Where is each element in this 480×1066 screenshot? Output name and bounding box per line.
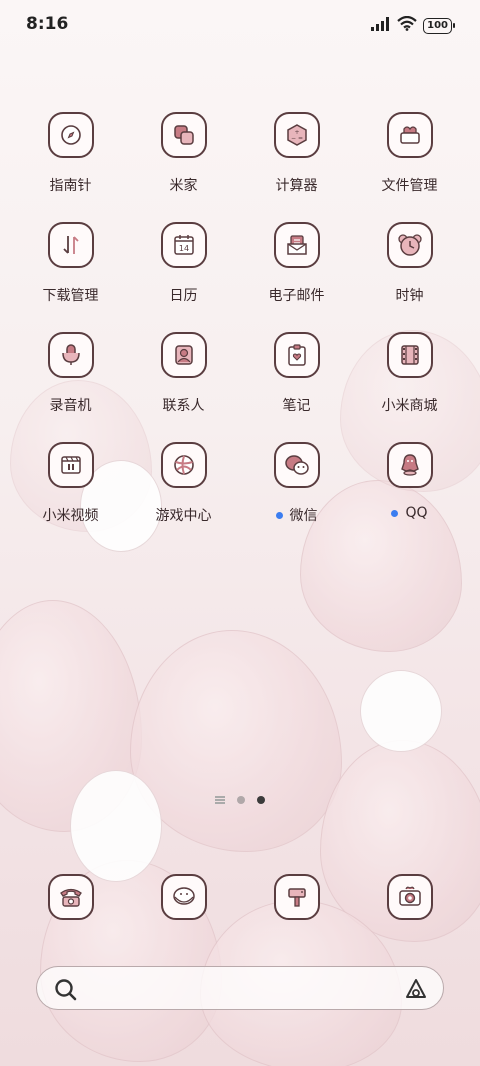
dock-phone[interactable] [14, 874, 127, 920]
app-mijia[interactable]: 米家 [127, 112, 240, 195]
app-file-manager[interactable]: 文件管理 [353, 112, 466, 195]
wifi-icon [397, 15, 417, 35]
app-clock[interactable]: 时钟 [353, 222, 466, 305]
app-grid: 指南针 米家 + − = 计算器 文件管理 下载管理 14 日历 电子邮件 时钟… [14, 112, 466, 525]
app-label: 计算器 [275, 178, 318, 194]
app-game-center[interactable]: 游戏中心 [127, 442, 240, 525]
dock [14, 874, 466, 920]
messages-icon [160, 874, 207, 920]
game-center-icon [160, 442, 207, 488]
app-label: 下载管理 [42, 288, 99, 304]
svg-text:−: − [290, 135, 295, 142]
app-mi-video[interactable]: 小米视频 [14, 442, 127, 525]
mail-icon [273, 222, 320, 268]
app-label: 日历 [169, 288, 198, 304]
app-label: 小米商城 [381, 398, 438, 414]
status-bar: 8:16 100 [0, 0, 480, 52]
dock-camera[interactable] [353, 874, 466, 920]
app-calculator[interactable]: + − = 计算器 [240, 112, 353, 195]
browser-icon [273, 874, 320, 920]
store-icon [386, 332, 433, 378]
app-label: 时钟 [395, 288, 424, 304]
compass-icon [47, 112, 94, 158]
app-recorder[interactable]: 录音机 [14, 332, 127, 415]
app-calendar[interactable]: 14 日历 [127, 222, 240, 305]
page-list-icon [215, 796, 225, 804]
svg-text:=: = [297, 135, 302, 142]
app-label: 游戏中心 [155, 508, 212, 524]
notification-dot [275, 511, 283, 519]
video-icon [47, 442, 94, 488]
qq-icon [386, 442, 433, 488]
search-bar[interactable] [36, 966, 444, 1010]
app-label: 笔记 [282, 398, 311, 414]
battery-indicator: 100 [423, 17, 455, 34]
notification-dot [391, 509, 399, 517]
page-indicator[interactable] [0, 796, 480, 804]
calendar-date: 14 [178, 244, 188, 253]
ai-assistant-icon[interactable] [403, 977, 429, 1005]
app-email[interactable]: 电子邮件 [240, 222, 353, 305]
recorder-icon [47, 332, 94, 378]
calculator-icon: + − = [273, 112, 320, 158]
app-download-manager[interactable]: 下载管理 [14, 222, 127, 305]
app-label: 米家 [169, 178, 198, 194]
phone-icon [47, 874, 94, 920]
app-notes[interactable]: 笔记 [240, 332, 353, 415]
app-mi-store[interactable]: 小米商城 [353, 332, 466, 415]
app-label: 指南针 [49, 178, 92, 194]
camera-icon [386, 874, 433, 920]
app-label: 微信 [289, 508, 318, 524]
notes-icon [273, 332, 320, 378]
wechat-icon [273, 442, 320, 488]
search-icon [53, 977, 79, 1007]
app-label: 电子邮件 [268, 288, 325, 304]
signal-icon [371, 16, 391, 35]
dock-browser[interactable] [240, 874, 353, 920]
app-label: 文件管理 [381, 178, 438, 194]
mijia-icon [160, 112, 207, 158]
page-dot [237, 796, 245, 804]
dock-messages[interactable] [127, 874, 240, 920]
calendar-icon: 14 [160, 222, 207, 268]
app-label: QQ [405, 505, 428, 521]
folder-icon [386, 112, 433, 158]
app-wechat[interactable]: 微信 [240, 442, 353, 525]
page-dot-active [257, 796, 265, 804]
app-label: 录音机 [49, 398, 92, 414]
app-label: 联系人 [162, 398, 205, 414]
app-qq[interactable]: QQ [353, 442, 466, 525]
app-label: 小米视频 [42, 508, 99, 524]
download-icon [47, 222, 94, 268]
contacts-icon [160, 332, 207, 378]
clock-icon [386, 222, 433, 268]
app-compass[interactable]: 指南针 [14, 112, 127, 195]
clock-time: 8:16 [26, 14, 69, 34]
app-contacts[interactable]: 联系人 [127, 332, 240, 415]
